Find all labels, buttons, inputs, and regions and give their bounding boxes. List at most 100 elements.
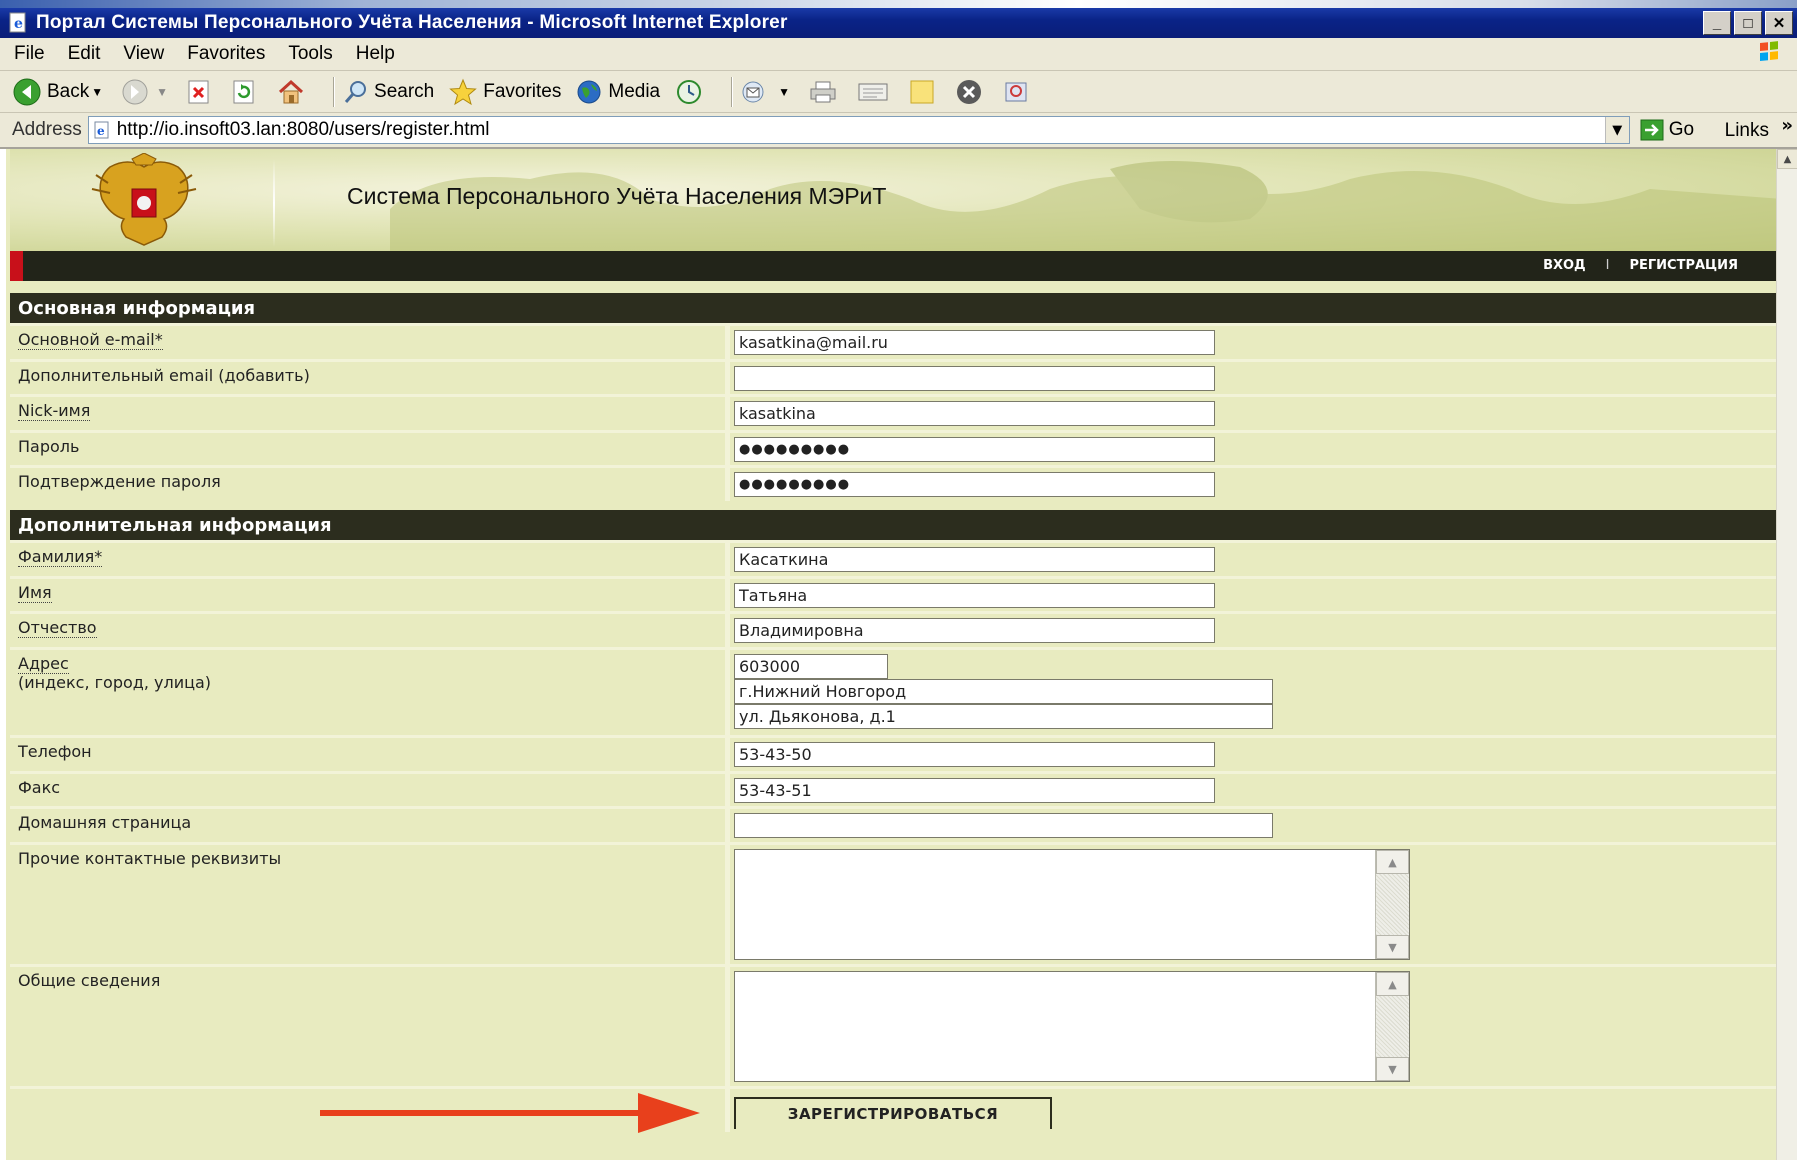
edit-page-icon — [858, 83, 888, 100]
discuss-button[interactable] — [908, 78, 941, 106]
form-row-nick: Nick-имя kasatkina — [10, 394, 1776, 430]
window-title: Портал Системы Персонального Учёта Насел… — [36, 12, 788, 33]
page-scroll-up-icon[interactable]: ▲ — [1777, 149, 1797, 169]
homepage-field[interactable] — [734, 813, 1273, 838]
surname-label: Фамилия* — [18, 547, 103, 567]
nav-register-link[interactable]: РЕГИСТРАЦИЯ — [1629, 258, 1738, 273]
password-field[interactable]: ●●●●●●●●● — [734, 437, 1215, 462]
other-contacts-textarea[interactable]: ▲ ▼ — [734, 849, 1410, 960]
toolbar: Back ▼ ▼ Search Favorites Media ▼ — [0, 71, 1797, 113]
homepage-label: Домашняя страница — [18, 813, 192, 832]
page-content: Система Персонального Учёта Населения МЭ… — [0, 149, 1776, 1160]
edit-button[interactable] — [857, 79, 894, 105]
menu-favorites[interactable]: Favorites — [187, 43, 265, 65]
address-index-field[interactable]: 603000 — [734, 654, 888, 679]
go-arrow-icon — [1640, 119, 1664, 141]
password-confirm-label: Подтверждение пароля — [18, 472, 221, 491]
refresh-icon — [233, 80, 254, 103]
form-row-email2: Дополнительный email (добавить) — [10, 359, 1776, 394]
windows-logo-icon — [1760, 41, 1778, 62]
forward-button[interactable]: ▼ — [121, 78, 172, 106]
close-button[interactable]: ✕ — [1765, 11, 1793, 35]
nick-field[interactable]: kasatkina — [734, 401, 1215, 426]
back-dropdown-icon[interactable]: ▼ — [91, 85, 103, 99]
history-icon — [677, 79, 702, 104]
printer-icon — [810, 81, 836, 102]
links-button[interactable]: Links — [1725, 120, 1769, 142]
address-dropdown-icon[interactable]: ▼ — [1604, 117, 1629, 143]
address-city-field[interactable]: г.Нижний Новгород — [734, 679, 1273, 704]
patronymic-label: Отчество — [18, 618, 97, 638]
textarea-scrollbar[interactable]: ▲ ▼ — [1375, 972, 1409, 1081]
maximize-button[interactable]: □ — [1734, 11, 1762, 35]
mail-button[interactable]: ▼ — [741, 79, 794, 105]
form-row-password: Пароль ●●●●●●●●● — [10, 430, 1776, 465]
stop-button[interactable] — [186, 79, 217, 105]
page-scrollbar[interactable]: ▲ — [1776, 149, 1797, 1160]
form-row-phone: Телефон 53-43-50 — [10, 735, 1776, 771]
general-info-label: Общие сведения — [18, 971, 161, 990]
search-button[interactable]: Search — [343, 79, 434, 105]
forward-arrow-icon — [122, 79, 148, 104]
toolbar-separator — [333, 76, 336, 107]
register-button[interactable]: ЗАРЕГИСТРИРОВАТЬСЯ — [734, 1097, 1052, 1129]
media-button[interactable]: Media — [575, 78, 660, 106]
refresh-button[interactable] — [231, 79, 262, 105]
form-row-name: Имя Татьяна — [10, 576, 1776, 611]
phone-field[interactable]: 53-43-50 — [734, 742, 1215, 767]
nav-separator: I — [1605, 258, 1610, 273]
nav-login-link[interactable]: ВХОД — [1543, 258, 1586, 273]
mail-dropdown-icon[interactable]: ▼ — [778, 85, 790, 99]
scroll-down-arrow-icon[interactable]: ▼ — [1376, 935, 1409, 959]
scroll-down-arrow-icon[interactable]: ▼ — [1376, 1057, 1409, 1081]
address-label: Address — [12, 119, 82, 140]
patronymic-field[interactable]: Владимировна — [734, 618, 1215, 643]
form-row-general-info: Общие сведения ▲ ▼ — [10, 964, 1776, 1086]
address-input[interactable]: e http://io.insoft03.lan:8080/users/regi… — [87, 116, 1630, 144]
forward-dropdown-icon[interactable]: ▼ — [156, 85, 168, 99]
svg-text:e: e — [97, 124, 105, 138]
svg-text:e: e — [14, 16, 23, 32]
menu-file[interactable]: File — [14, 43, 45, 65]
links-chevron-icon[interactable]: » — [1781, 115, 1793, 136]
fax-field[interactable]: 53-43-51 — [734, 778, 1215, 803]
research-button[interactable] — [1002, 78, 1037, 106]
print-button[interactable] — [808, 79, 843, 105]
scroll-up-arrow-icon[interactable]: ▲ — [1376, 972, 1409, 996]
coat-of-arms-icon — [91, 153, 197, 246]
menu-edit[interactable]: Edit — [68, 43, 101, 65]
surname-field[interactable]: Касаткина — [734, 547, 1215, 572]
ie-page-icon: e — [9, 12, 26, 33]
media-label: Media — [608, 80, 661, 102]
close-circle-icon — [957, 79, 982, 104]
form-row-patronymic: Отчество Владимировна — [10, 611, 1776, 647]
form-row-password-confirm: Подтверждение пароля ●●●●●●●●● — [10, 465, 1776, 501]
textarea-scrollbar[interactable]: ▲ ▼ — [1375, 850, 1409, 959]
email-field[interactable]: kasatkina@mail.ru — [734, 330, 1215, 355]
form-row-homepage: Домашняя страница — [10, 806, 1776, 842]
password-confirm-field[interactable]: ●●●●●●●●● — [734, 472, 1215, 497]
name-field[interactable]: Татьяна — [734, 583, 1215, 608]
section-spacer — [10, 501, 1776, 510]
form-row-fax: Факс 53-43-51 — [10, 771, 1776, 806]
page-icon: e — [94, 121, 109, 139]
messenger-button[interactable] — [955, 78, 988, 106]
email2-field[interactable] — [734, 366, 1215, 391]
email2-label: Дополнительный email (добавить) — [18, 366, 310, 385]
back-button[interactable]: Back ▼ — [12, 77, 107, 107]
home-button[interactable] — [276, 78, 311, 106]
menu-view[interactable]: View — [123, 43, 164, 65]
site-title: Система Персонального Учёта Населения МЭ… — [347, 183, 887, 209]
menu-bar: File Edit View Favorites Tools Help — [0, 38, 1797, 71]
general-info-textarea[interactable]: ▲ ▼ — [734, 971, 1410, 1082]
minimize-button[interactable]: _ — [1703, 11, 1731, 35]
scroll-up-arrow-icon[interactable]: ▲ — [1376, 850, 1409, 874]
menu-help[interactable]: Help — [356, 43, 395, 65]
address-label-text: Адрес — [18, 654, 69, 674]
address-street-field[interactable]: ул. Дьяконова, д.1 — [734, 704, 1273, 729]
go-button[interactable]: Go — [1640, 119, 1694, 141]
menu-tools[interactable]: Tools — [288, 43, 332, 65]
address-bar: Address e http://io.insoft03.lan:8080/us… — [0, 113, 1797, 149]
history-button[interactable] — [674, 78, 709, 106]
favorites-button[interactable]: Favorites — [448, 78, 561, 106]
